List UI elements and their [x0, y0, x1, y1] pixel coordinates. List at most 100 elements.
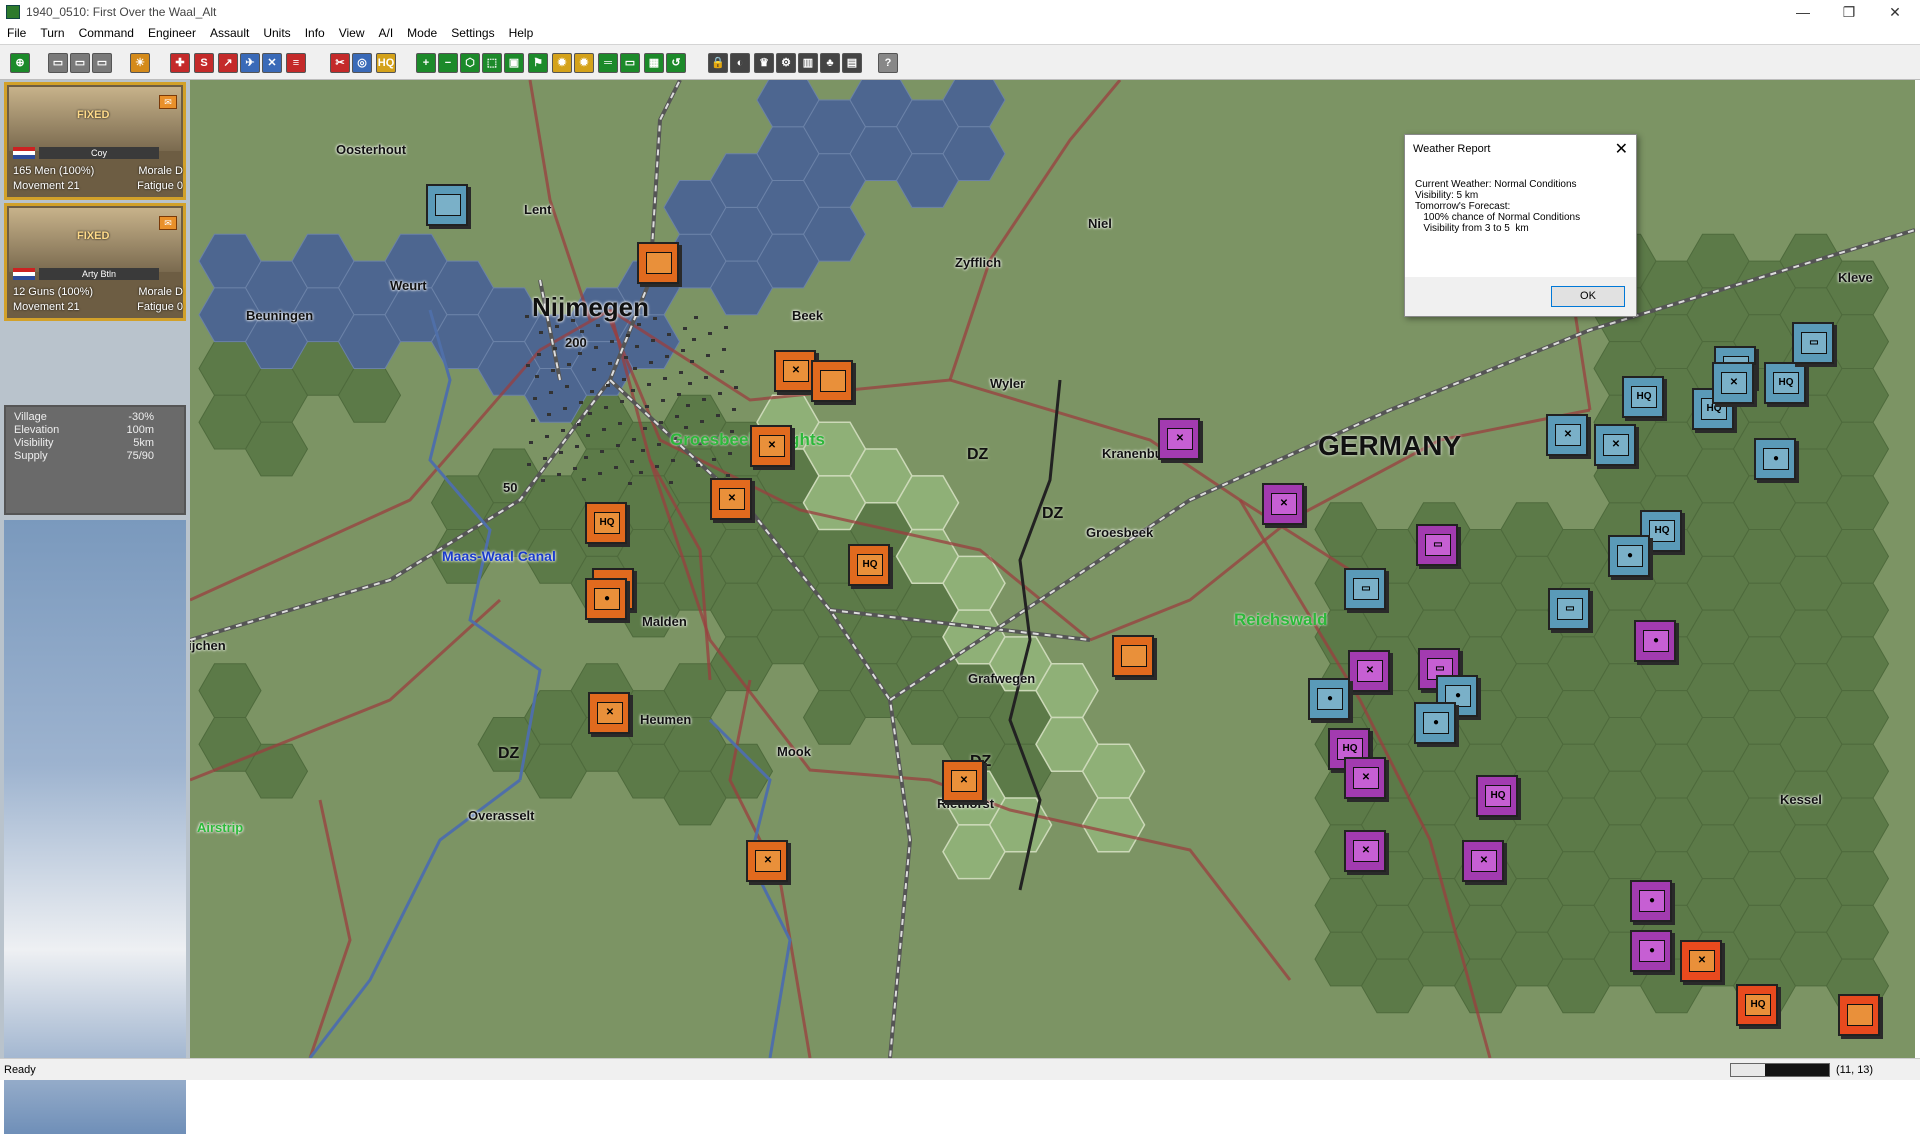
map-icon[interactable]: ▦ — [644, 53, 664, 73]
unit-counter[interactable]: ✕ — [746, 840, 788, 882]
report-icon[interactable]: ☀ — [130, 53, 150, 73]
tree-icon[interactable]: ♣ — [820, 53, 840, 73]
menu-view[interactable]: View — [332, 24, 372, 42]
unit-counter[interactable]: HQ — [1622, 376, 1664, 418]
unit-counter[interactable]: ▭ — [1548, 588, 1590, 630]
unit-counter[interactable]: ✕ — [1712, 362, 1754, 404]
unit-counter[interactable]: HQ — [1736, 984, 1778, 1026]
sun-alt-icon[interactable]: ✹ — [574, 53, 594, 73]
hex-icon[interactable]: ⬡ — [460, 53, 480, 73]
unit-counter[interactable]: ✕ — [1344, 830, 1386, 872]
unit-counter[interactable]: ▭ — [1344, 568, 1386, 610]
menu-mode[interactable]: Mode — [400, 24, 444, 42]
help-icon[interactable]: ? — [878, 53, 898, 73]
open-icon[interactable]: ▭ — [70, 53, 90, 73]
zoom-in-icon[interactable]: + — [416, 53, 436, 73]
unit-counter[interactable]: ● — [1754, 438, 1796, 480]
unit-counter[interactable]: ✕ — [588, 692, 630, 734]
close-button[interactable]: ✕ — [1872, 0, 1918, 24]
radio-icon[interactable]: ◎ — [352, 53, 372, 73]
unit-card-artillery[interactable]: FIXED ✉ Arty Btln 12 Guns (100%) Morale D… — [4, 203, 186, 321]
unit-counter[interactable]: ✕ — [1546, 414, 1588, 456]
unit-counter[interactable]: ✕ — [1344, 757, 1386, 799]
menu-assault[interactable]: Assault — [203, 24, 256, 42]
unit-counter[interactable] — [426, 184, 468, 226]
menu-engineer[interactable]: Engineer — [141, 24, 203, 42]
unit-counter[interactable]: HQ — [1764, 362, 1806, 404]
menu-file[interactable]: File — [0, 24, 33, 42]
load-icon[interactable]: ▭ — [48, 53, 68, 73]
sun-icon[interactable]: ✹ — [552, 53, 572, 73]
unit-counter[interactable] — [811, 360, 853, 402]
mail-icon[interactable]: ✉ — [159, 95, 177, 109]
unit-counter[interactable]: ● — [1630, 880, 1672, 922]
unit-counter[interactable] — [1838, 994, 1880, 1036]
unit-counter[interactable]: ✕ — [1680, 940, 1722, 982]
status-bar: Ready (11, 13) — [0, 1058, 1920, 1080]
unit-icon[interactable]: ▣ — [504, 53, 524, 73]
menu-units[interactable]: Units — [256, 24, 297, 42]
unit-counter[interactable]: HQ — [1476, 775, 1518, 817]
restore-button[interactable]: ❐ — [1826, 0, 1872, 24]
supply-icon[interactable]: S — [194, 53, 214, 73]
dialog-close-icon[interactable]: ✕ — [1615, 139, 1628, 159]
bridge-icon[interactable]: ═ — [598, 53, 618, 73]
unit-counter[interactable]: ✕ — [1462, 840, 1504, 882]
menu-help[interactable]: Help — [502, 24, 541, 42]
unit-counter[interactable]: ✕ — [1348, 650, 1390, 692]
fit-icon[interactable]: ⬚ — [482, 53, 502, 73]
unit-counter[interactable]: ● — [1414, 702, 1456, 744]
menu-info[interactable]: Info — [298, 24, 332, 42]
flag-icon[interactable]: ✚ — [170, 53, 190, 73]
mail-icon[interactable]: ✉ — [159, 216, 177, 230]
unit-counter[interactable] — [637, 242, 679, 284]
save-icon[interactable]: ▭ — [92, 53, 112, 73]
air-icon[interactable]: ✈ — [240, 53, 260, 73]
unit-counter[interactable]: ▭ — [1416, 524, 1458, 566]
unit-counter[interactable]: ● — [585, 578, 627, 620]
gear-icon[interactable]: ⚙ — [776, 53, 796, 73]
building-icon[interactable]: ▥ — [798, 53, 818, 73]
menu-turn[interactable]: Turn — [33, 24, 71, 42]
scroll-icon[interactable]: ▤ — [842, 53, 862, 73]
sky-background — [4, 520, 186, 1134]
unit-counter[interactable] — [1112, 635, 1154, 677]
trophy-icon[interactable]: ♛ — [754, 53, 774, 73]
unit-counter[interactable]: ✕ — [1262, 483, 1304, 525]
replay-icon[interactable]: ↺ — [666, 53, 686, 73]
minimize-button[interactable]: — — [1780, 0, 1826, 24]
center-icon[interactable]: ⊕ — [10, 53, 30, 73]
unit-counter[interactable]: ✕ — [774, 350, 816, 392]
lock-icon[interactable]: 🔒 — [708, 53, 728, 73]
hex-map[interactable]: Oosterhout Lent Weurt Beuningen Nijmegen 200 B… — [190, 80, 1915, 1058]
list-icon[interactable]: ≡ — [286, 53, 306, 73]
hq-icon[interactable]: HQ — [376, 53, 396, 73]
menu-ai[interactable]: A/I — [372, 24, 401, 42]
engineer-icon[interactable]: ✂ — [330, 53, 350, 73]
mask-icon[interactable]: ◐ — [730, 53, 750, 73]
cross-icon[interactable]: ✕ — [262, 53, 282, 73]
unit-symbol — [435, 194, 461, 216]
zoom-out-icon[interactable]: − — [438, 53, 458, 73]
unit-symbol: ✕ — [1271, 493, 1297, 515]
unit-counter[interactable]: ✕ — [750, 425, 792, 467]
unit-counter[interactable]: ✕ — [942, 760, 984, 802]
screen-icon[interactable]: ▭ — [620, 53, 640, 73]
ok-button[interactable]: OK — [1551, 286, 1625, 307]
artillery-icon[interactable]: ↗ — [218, 53, 238, 73]
unit-symbol: ✕ — [755, 850, 781, 872]
unit-counter[interactable]: ✕ — [1594, 424, 1636, 466]
unit-counter[interactable]: ✕ — [1158, 418, 1200, 460]
menu-settings[interactable]: Settings — [444, 24, 501, 42]
unit-counter[interactable]: ● — [1630, 930, 1672, 972]
menu-command[interactable]: Command — [72, 24, 141, 42]
unit-counter[interactable]: ● — [1608, 535, 1650, 577]
unit-card-infantry[interactable]: FIXED ✉ Coy 165 Men (100%) Morale D Movem… — [4, 82, 186, 200]
unit-counter[interactable]: ▭ — [1792, 322, 1834, 364]
unit-counter[interactable]: ✕ — [710, 478, 752, 520]
unit-counter[interactable]: ● — [1308, 678, 1350, 720]
unit-counter[interactable]: HQ — [848, 544, 890, 586]
unit-counter[interactable]: ● — [1634, 620, 1676, 662]
flag-green-icon[interactable]: ⚑ — [528, 53, 548, 73]
unit-counter[interactable]: HQ — [585, 502, 627, 544]
